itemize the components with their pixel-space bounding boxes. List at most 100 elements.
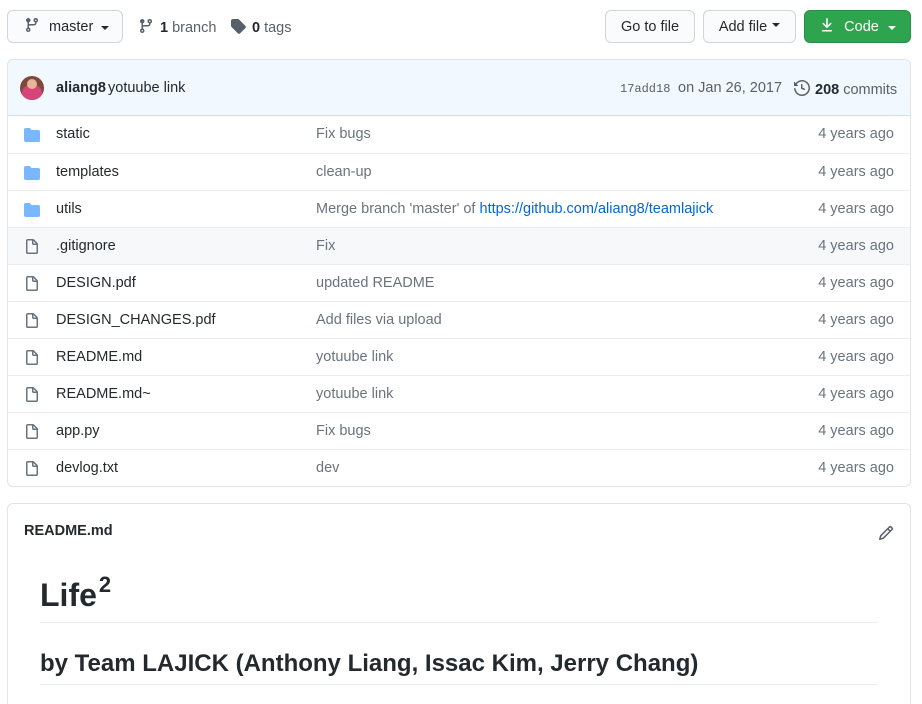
file-age: 4 years ago xyxy=(818,126,894,142)
file-age: 4 years ago xyxy=(818,386,894,402)
add-file-label: Add file xyxy=(718,18,768,35)
file-row[interactable]: templates clean-up 4 years ago xyxy=(8,153,910,190)
folder-icon xyxy=(24,165,40,184)
commit-message-link[interactable]: https://github.com/aliang8/teamlajick xyxy=(480,201,714,217)
repo-toolbar: master 1 branch 0 tags Go to file Add fi… xyxy=(7,10,911,43)
file-commit-message[interactable]: dev xyxy=(316,460,339,476)
file-name[interactable]: README.md~ xyxy=(56,386,151,402)
readme-heading-text: Life xyxy=(40,577,97,613)
readme-heading: Life2 xyxy=(40,574,111,614)
commits-count: 208 xyxy=(815,82,840,98)
file-age: 4 years ago xyxy=(818,164,894,180)
go-to-file-label: Go to file xyxy=(620,18,680,35)
subheading-divider xyxy=(40,684,878,685)
commits-link[interactable]: 208 commits xyxy=(794,79,898,100)
readme-panel: README.md Life2 by Team LAJICK (Anthony … xyxy=(7,503,911,704)
file-age: 4 years ago xyxy=(818,238,894,254)
branch-name: master xyxy=(49,18,94,35)
file-name[interactable]: .gitignore xyxy=(56,238,116,254)
file-row[interactable]: utils Merge branch 'master' of https://gi… xyxy=(8,190,910,227)
file-commit-text: dev xyxy=(316,460,340,476)
file-name[interactable]: static xyxy=(56,126,90,142)
download-icon xyxy=(819,17,844,37)
file-commit-message[interactable]: yotuube link xyxy=(316,386,393,402)
commits-label: commits xyxy=(843,82,898,98)
file-commit-text: clean-up xyxy=(316,164,372,180)
file-commit-message[interactable]: Merge branch 'master' of https://github.… xyxy=(316,201,713,217)
go-to-file-button[interactable]: Go to file xyxy=(605,10,695,43)
readme-filename[interactable]: README.md xyxy=(24,523,113,539)
tags-label: tags xyxy=(264,20,292,36)
file-icon xyxy=(24,350,40,369)
chevron-down-icon xyxy=(887,25,896,30)
git-branch-icon xyxy=(24,17,49,37)
branches-link[interactable]: 1 branch xyxy=(138,18,216,38)
file-age: 4 years ago xyxy=(818,423,894,439)
commit-author[interactable]: aliang8 xyxy=(56,80,106,96)
file-icon xyxy=(24,461,40,480)
file-commit-text: Merge branch 'master' of xyxy=(316,201,480,217)
file-age: 4 years ago xyxy=(818,460,894,476)
file-icon xyxy=(24,387,40,406)
commit-message[interactable]: yotuube link xyxy=(108,80,185,96)
heading-divider xyxy=(40,622,878,623)
readme-subheading: by Team LAJICK (Anthony Liang, Issac Kim… xyxy=(40,650,699,677)
file-commit-message[interactable]: updated README xyxy=(316,275,434,291)
file-icon xyxy=(24,313,40,332)
file-commit-message[interactable]: yotuube link xyxy=(316,349,393,365)
file-row[interactable]: .gitignore Fix 4 years ago xyxy=(8,227,910,264)
chevron-down-icon xyxy=(101,25,110,30)
file-icon xyxy=(24,276,40,295)
add-file-button[interactable]: Add file xyxy=(703,10,796,43)
file-list: static Fix bugs 4 years ago templates clean-… xyxy=(8,116,910,486)
file-age: 4 years ago xyxy=(818,349,894,365)
file-name[interactable]: README.md xyxy=(56,349,142,365)
file-commit-text: yotuube link xyxy=(316,349,394,365)
commit-sha[interactable]: 17add18 xyxy=(620,82,670,96)
branches-count: 1 xyxy=(160,20,169,36)
git-branch-icon xyxy=(138,18,160,38)
file-row[interactable]: static Fix bugs 4 years ago xyxy=(8,116,910,153)
file-name[interactable]: DESIGN.pdf xyxy=(56,275,136,291)
file-commit-message[interactable]: Fix bugs xyxy=(316,423,371,439)
file-row[interactable]: devlog.txt dev 4 years ago xyxy=(8,449,910,486)
file-name[interactable]: DESIGN_CHANGES.pdf xyxy=(56,312,216,328)
code-label: Code xyxy=(844,18,879,35)
file-name[interactable]: app.py xyxy=(56,423,100,439)
latest-commit-bar: aliang8 yotuube link 17add18 on Jan 26, … xyxy=(8,60,910,116)
folder-icon xyxy=(24,202,40,221)
avatar[interactable] xyxy=(20,76,44,100)
file-row[interactable]: DESIGN_CHANGES.pdf Add files via upload 4 … xyxy=(8,301,910,338)
file-age: 4 years ago xyxy=(818,312,894,328)
file-icon xyxy=(24,424,40,443)
file-commit-message[interactable]: Fix bugs xyxy=(316,126,371,142)
commit-date: on Jan 26, 2017 xyxy=(678,80,783,96)
tags-link[interactable]: 0 tags xyxy=(230,18,292,38)
file-row[interactable]: app.py Fix bugs 4 years ago xyxy=(8,412,910,449)
file-name[interactable]: templates xyxy=(56,164,119,180)
file-commit-message[interactable]: Add files via upload xyxy=(316,312,442,328)
folder-icon xyxy=(24,127,40,146)
code-button[interactable]: Code xyxy=(804,10,911,43)
file-commit-text: yotuube link xyxy=(316,386,394,402)
file-row[interactable]: README.md~ yotuube link 4 years ago xyxy=(8,375,910,412)
file-commit-message[interactable]: clean-up xyxy=(316,164,372,180)
file-commit-text: Fix bugs xyxy=(316,423,371,439)
file-name[interactable]: utils xyxy=(56,201,82,217)
file-icon xyxy=(24,239,40,258)
file-name[interactable]: devlog.txt xyxy=(56,460,118,476)
pencil-icon[interactable] xyxy=(878,525,894,544)
branch-selector-button[interactable]: master xyxy=(7,10,123,43)
file-commit-text: Add files via upload xyxy=(316,312,442,328)
tags-count: 0 xyxy=(252,20,261,36)
chevron-down-icon xyxy=(772,22,781,27)
file-row[interactable]: DESIGN.pdf updated README 4 years ago xyxy=(8,264,910,301)
file-commit-message[interactable]: Fix xyxy=(316,238,335,254)
tag-icon xyxy=(230,18,252,38)
file-age: 4 years ago xyxy=(818,201,894,217)
history-icon xyxy=(794,79,815,100)
file-commit-text: Fix bugs xyxy=(316,126,371,142)
file-browser: aliang8 yotuube link 17add18 on Jan 26, … xyxy=(7,59,911,487)
file-age: 4 years ago xyxy=(818,275,894,291)
file-row[interactable]: README.md yotuube link 4 years ago xyxy=(8,338,910,375)
